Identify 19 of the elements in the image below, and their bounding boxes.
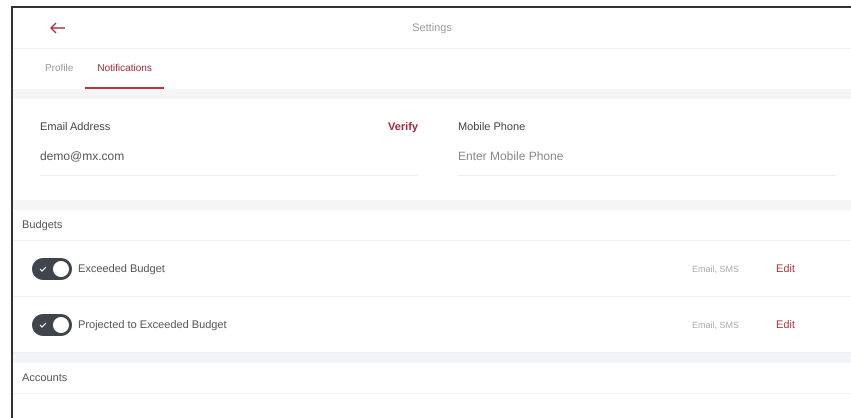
field-label: Email Address xyxy=(40,121,110,133)
toggle-switch[interactable] xyxy=(32,258,72,280)
channels-text: Email, SMS xyxy=(692,320,740,330)
section-title: Budgets xyxy=(22,219,62,231)
check-icon xyxy=(39,266,47,272)
edit-link[interactable]: Edit xyxy=(776,262,795,274)
toggle-switch[interactable] xyxy=(32,314,72,336)
page-title: Settings xyxy=(412,22,452,34)
edit-link[interactable]: Edit xyxy=(776,318,795,330)
field-label: Mobile Phone xyxy=(458,121,526,133)
input-field[interactable]: demo@mx.com xyxy=(40,149,418,163)
check-icon xyxy=(39,322,47,328)
input-field[interactable]: Enter Mobile Phone xyxy=(458,149,836,163)
notification-label: Exceeded Budget xyxy=(78,262,166,274)
channels-text: Email, SMS xyxy=(692,264,740,274)
notification-label: Projected to Exceeded Budget xyxy=(78,318,228,330)
back-arrow-icon xyxy=(50,22,66,34)
verify-link[interactable]: Verify xyxy=(388,121,418,133)
section-title: Accounts xyxy=(22,372,68,384)
